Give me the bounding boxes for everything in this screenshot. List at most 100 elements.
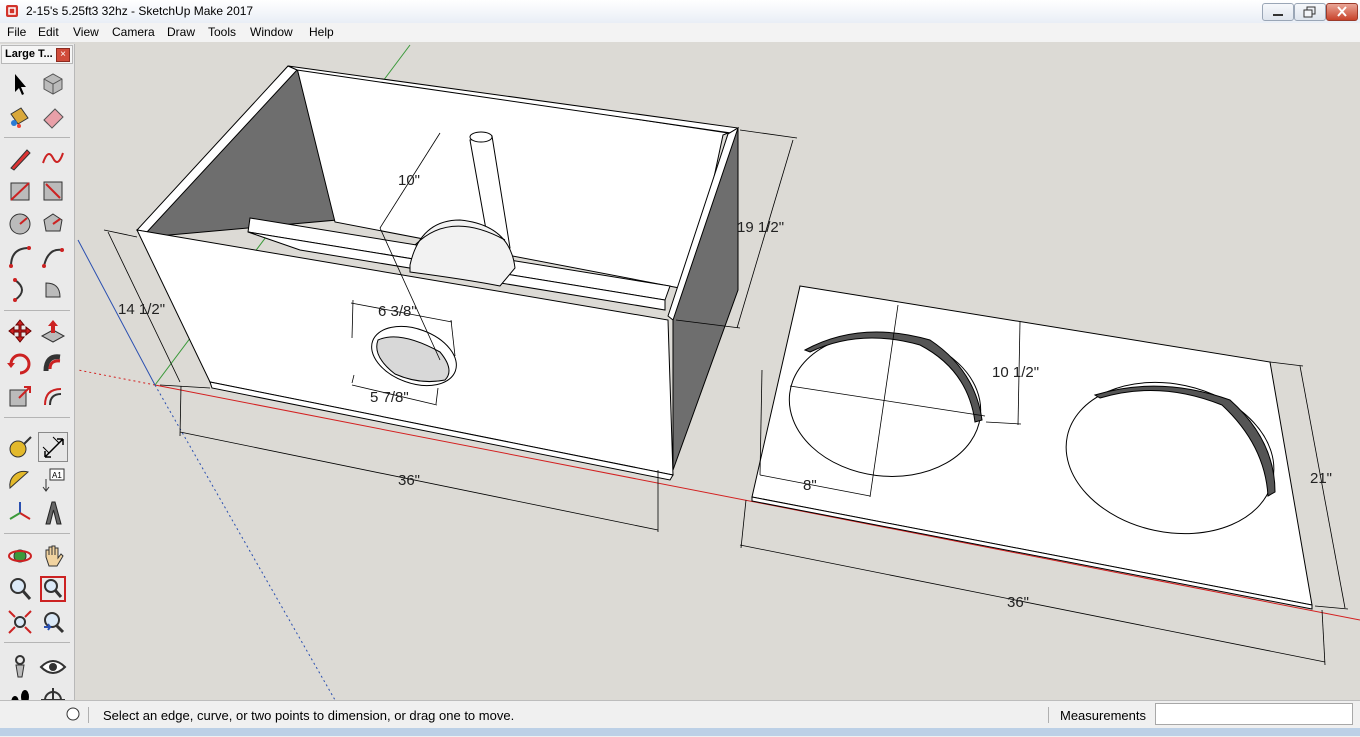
zoom-tool-button[interactable] [5, 574, 35, 604]
menu-tools[interactable]: Tools [208, 25, 236, 39]
position-camera-icon [15, 655, 25, 678]
dim-baffle-hole-height: 10 1/2" [992, 364, 1039, 381]
text-tool-button[interactable]: A1 [38, 465, 68, 495]
scale-icon [9, 386, 31, 407]
push-pull-tool-button[interactable] [38, 316, 68, 346]
text-label-icon: A1 [42, 468, 65, 492]
line-tool-button[interactable] [5, 143, 35, 173]
select-tool-button[interactable] [5, 69, 35, 99]
rotated-rectangle-tool-button[interactable] [38, 176, 68, 206]
svg-text:A1: A1 [52, 471, 62, 480]
dim-port-outer: 6 3/8" [378, 303, 417, 320]
select-arrow-icon [15, 74, 26, 95]
sketchup-app-icon [6, 5, 18, 17]
protractor-tool-button[interactable] [5, 465, 35, 495]
dim-baffle-depth: 21" [1310, 470, 1332, 487]
dimension-icon [42, 436, 64, 458]
measurements-input[interactable] [1155, 703, 1353, 725]
protractor-icon [9, 470, 29, 489]
three-point-arc-icon [13, 278, 23, 302]
tape-measure-icon [9, 436, 32, 458]
status-info-icon[interactable] [66, 707, 80, 721]
previous-view-icon [44, 612, 65, 634]
port-tube-end [469, 131, 493, 143]
toolbar-separator [4, 533, 70, 534]
orbit-tool-button[interactable] [5, 541, 35, 571]
close-button[interactable] [1326, 3, 1358, 21]
toolbar-separator [4, 137, 70, 138]
offset-icon [44, 388, 62, 406]
restore-button[interactable] [1294, 3, 1326, 21]
eye-icon [39, 660, 67, 674]
rotated-rectangle-icon [43, 181, 63, 201]
large-tool-set-toolbar: Large T... × A1 [0, 44, 75, 718]
component-tool-button[interactable] [38, 69, 68, 99]
paint-bucket-tool-button[interactable] [5, 102, 35, 132]
rotate-tool-button[interactable] [5, 349, 35, 379]
menu-file[interactable]: File [7, 25, 26, 39]
axes-tool-button[interactable] [5, 498, 35, 528]
arc-tool-button[interactable] [5, 242, 35, 272]
component-icon [43, 73, 63, 95]
circle-icon [9, 213, 31, 235]
menu-view[interactable]: View [73, 25, 99, 39]
move-tool-button[interactable] [5, 316, 35, 346]
title-bar: 2-15's 5.25ft3 32hz - SketchUp Make 2017 [0, 0, 1360, 24]
zoom-window-tool-button[interactable] [38, 574, 68, 604]
toolbar-close-icon[interactable]: × [56, 48, 70, 62]
previous-view-tool-button[interactable] [38, 607, 68, 637]
status-message: Select an edge, curve, or two points to … [103, 708, 515, 723]
arc-icon [9, 246, 31, 268]
toolbar-separator [4, 310, 70, 311]
position-camera-tool-button[interactable] [5, 652, 35, 682]
pie-tool-button[interactable] [38, 275, 68, 305]
polygon-tool-button[interactable] [38, 209, 68, 239]
eraser-tool-button[interactable] [38, 102, 68, 132]
dim-port-inner: 5 7/8" [370, 389, 409, 406]
toolbar-header[interactable]: Large T... × [1, 45, 73, 64]
two-point-arc-tool-button[interactable] [38, 242, 68, 272]
orbit-icon [8, 549, 32, 563]
status-separator [1048, 707, 1049, 723]
drawing-viewport[interactable]: 10" 19 1/2" 14 1/2" 6 3/8" 5 7/8" 36" 10… [75, 42, 1360, 701]
circle-tool-button[interactable] [5, 209, 35, 239]
three-point-arc-tool-button[interactable] [5, 275, 35, 305]
menu-draw[interactable]: Draw [167, 25, 195, 39]
zoom-extents-tool-button[interactable] [5, 607, 35, 637]
rectangle-icon [10, 182, 30, 201]
pie-icon [45, 282, 61, 298]
polygon-icon [43, 213, 63, 232]
menu-camera[interactable]: Camera [112, 25, 155, 39]
os-taskbar [0, 728, 1360, 736]
paint-bucket-icon [10, 107, 29, 128]
red-axis-negative [77, 369, 156, 386]
toolbar-title: Large T... [5, 48, 53, 60]
tape-measure-tool-button[interactable] [5, 432, 35, 462]
dim-box-height: 19 1/2" [737, 219, 784, 236]
window-title: 2-15's 5.25ft3 32hz - SketchUp Make 2017 [26, 4, 254, 18]
3d-text-icon [45, 501, 62, 525]
two-point-arc-icon [42, 248, 64, 268]
eraser-icon [43, 108, 64, 129]
follow-me-tool-button[interactable] [38, 349, 68, 379]
pan-hand-icon [45, 545, 64, 567]
dimension-tool-button[interactable] [38, 432, 68, 462]
dim-baffle-width: 36" [1007, 594, 1029, 611]
dim-box-depth: 14 1/2" [118, 301, 165, 318]
freehand-tool-button[interactable] [38, 143, 68, 173]
zoom-icon [10, 578, 32, 600]
pan-tool-button[interactable] [38, 541, 68, 571]
minimize-button[interactable] [1262, 3, 1294, 21]
3d-text-tool-button[interactable] [38, 498, 68, 528]
scale-tool-button[interactable] [5, 382, 35, 412]
follow-me-icon [43, 354, 61, 372]
menu-window[interactable]: Window [250, 25, 293, 39]
look-around-tool-button[interactable] [38, 652, 68, 682]
menu-edit[interactable]: Edit [38, 25, 59, 39]
minimize-icon [1273, 14, 1283, 16]
menu-help[interactable]: Help [309, 25, 334, 39]
offset-tool-button[interactable] [38, 382, 68, 412]
model-canvas[interactable]: 10" 19 1/2" 14 1/2" 6 3/8" 5 7/8" 36" 10… [75, 42, 1360, 701]
rectangle-tool-button[interactable] [5, 176, 35, 206]
dim-box-inner-height: 10" [398, 172, 420, 189]
